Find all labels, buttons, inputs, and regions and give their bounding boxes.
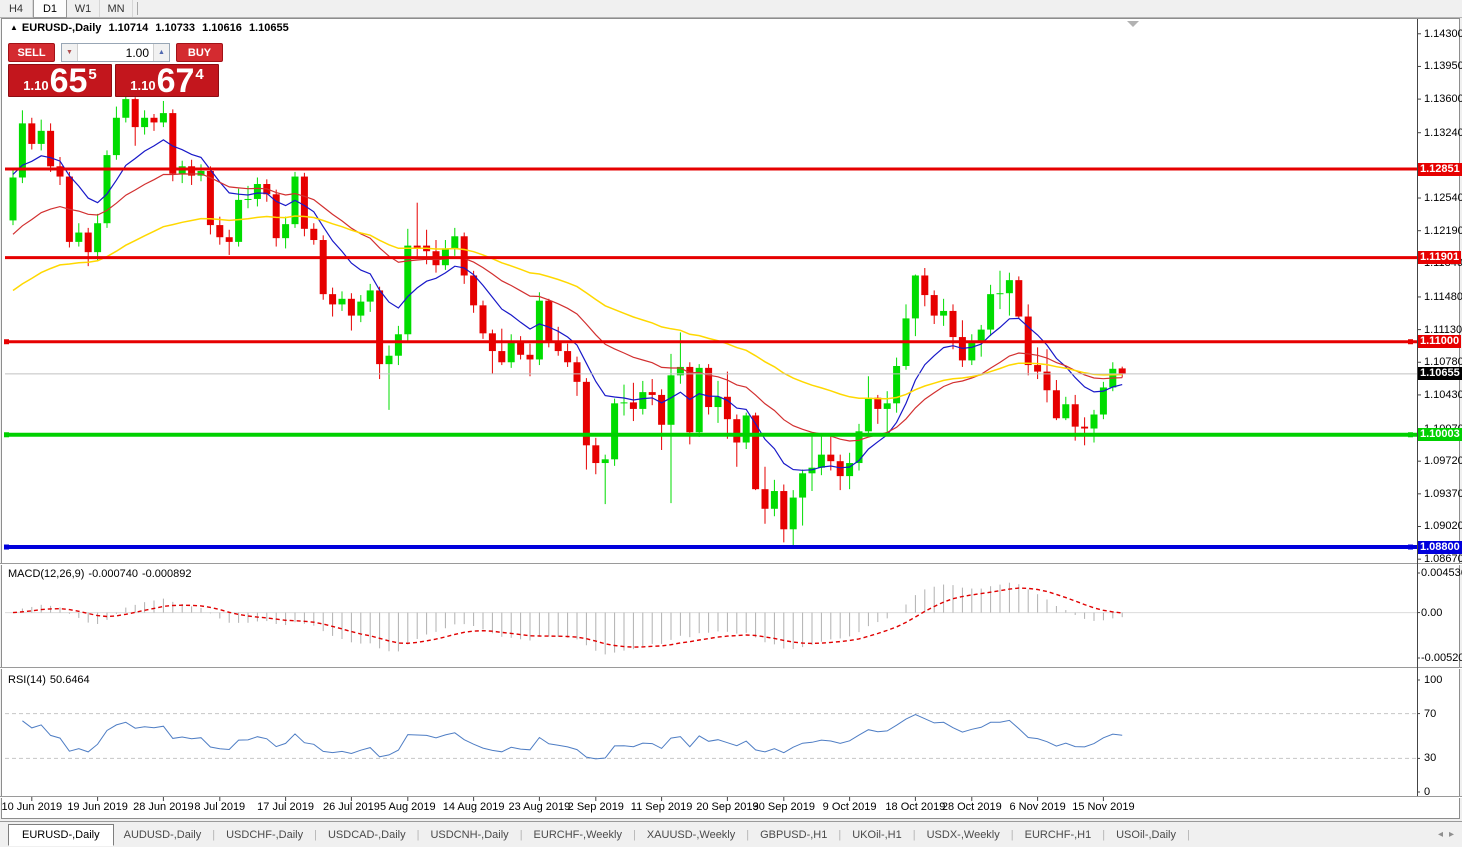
price-tick-label: 1.12540 <box>1424 192 1462 205</box>
price-tick-label: 1.13240 <box>1424 127 1462 140</box>
volume-spinner: ▼ 1.00 ▲ <box>61 43 170 62</box>
macd-label: MACD(12,26,9)-0.000740-0.000892 <box>8 568 196 580</box>
price-axis: 1.14300 1.13950 1.13600 1.13240 1.12540 1.121… <box>1418 18 1462 798</box>
buy-price-box[interactable]: 1.10 67 4 <box>115 64 219 97</box>
rsi-tick-label: 0 <box>1424 786 1430 799</box>
sell-price-prefix: 1.10 <box>23 78 48 93</box>
tab-separator: | <box>838 829 841 841</box>
buy-price-main: 67 <box>157 67 195 96</box>
macd-tick-label: 0.004536 <box>1421 567 1462 580</box>
price-tick-label: 1.13950 <box>1424 60 1462 73</box>
price-tick-label: 1.09370 <box>1424 488 1462 501</box>
chart-tab-eurchf-h1[interactable]: EURCHF-,H1 <box>1015 825 1102 845</box>
chart-tab-usdx-weekly[interactable]: USDX-,Weekly <box>917 825 1010 845</box>
chart-tab-eurchf-weekly[interactable]: EURCHF-,Weekly <box>524 825 632 845</box>
volume-input[interactable]: 1.00 <box>78 44 153 61</box>
ohlc-high: 1.10733 <box>155 22 195 34</box>
rsi-tick-label: 100 <box>1424 674 1442 687</box>
buy-price-sup: 4 <box>195 66 203 83</box>
chart-shift-icon <box>1127 21 1139 27</box>
tab-separator: | <box>633 829 636 841</box>
chart-tab-gbpusd-h1[interactable]: GBPUSD-,H1 <box>750 825 837 845</box>
collapse-trade-panel-icon[interactable]: ▲ <box>10 23 18 32</box>
tab-separator: | <box>520 829 523 841</box>
timeframe-button-h4[interactable]: H4 <box>0 0 33 17</box>
macd-value-signal: -0.000892 <box>142 568 192 580</box>
tab-separator: | <box>314 829 317 841</box>
tab-scroll-right-icon[interactable]: ▸ <box>1449 829 1454 840</box>
ohlc-low: 1.10616 <box>202 22 242 34</box>
chart-title: ▲ EURUSD-,Daily 1.10714 1.10733 1.10616 1… <box>10 22 293 34</box>
chart-tab-ukoil-h1[interactable]: UKOil-,H1 <box>842 825 912 845</box>
macd-value-main: -0.000740 <box>88 568 138 580</box>
rsi-label: RSI(14)50.6464 <box>8 674 94 686</box>
buy-price-prefix: 1.10 <box>130 78 155 93</box>
chart-tab-usoil-daily[interactable]: USOil-,Daily <box>1106 825 1186 845</box>
chart-tab-xauusd-weekly[interactable]: XAUUSD-,Weekly <box>637 825 745 845</box>
sell-price-sup: 5 <box>88 66 96 83</box>
tab-separator: | <box>913 829 916 841</box>
price-tick-label: 1.09720 <box>1424 455 1462 468</box>
rsi-tick-label: 70 <box>1424 708 1436 721</box>
price-level-label: 1.11000 <box>1418 335 1461 348</box>
sell-price-box[interactable]: 1.10 65 5 <box>8 64 112 97</box>
tab-separator: | <box>417 829 420 841</box>
price-level-label: 1.08800 <box>1418 541 1462 554</box>
price-tick-label: 1.11480 <box>1424 291 1462 304</box>
rsi-value: 50.6464 <box>50 674 90 686</box>
price-tick-label: 1.08670 <box>1424 553 1462 566</box>
tab-separator: | <box>212 829 215 841</box>
chart-tab-eurusd-daily[interactable]: EURUSD-,Daily <box>8 824 114 846</box>
macd-tick-label: -0.005205 <box>1421 652 1462 665</box>
tab-separator: | <box>746 829 749 841</box>
price-tick-label: 1.10430 <box>1424 389 1462 402</box>
chart-tab-usdchf-daily[interactable]: USDCHF-,Daily <box>216 825 313 845</box>
price-tick-label: 1.14300 <box>1424 28 1462 41</box>
price-tick-label: 1.12190 <box>1424 225 1462 238</box>
timeframe-toolbar: H4D1W1MN <box>0 0 1462 18</box>
one-click-trade-panel: SELL ▼ 1.00 ▲ BUY 1.10 65 5 1.10 67 4 <box>8 43 223 97</box>
chart-canvas[interactable] <box>0 0 1462 847</box>
price-level-label: 1.10003 <box>1418 428 1462 441</box>
price-level-label: 1.11901 <box>1418 251 1461 264</box>
price-level-label: 1.12851 <box>1418 163 1462 176</box>
chart-tab-audusd-daily[interactable]: AUDUSD-,Daily <box>114 825 212 845</box>
rsi-tick-label: 30 <box>1424 752 1436 765</box>
tab-separator: | <box>1187 829 1190 841</box>
chart-tab-usdcnh-daily[interactable]: USDCNH-,Daily <box>420 825 518 845</box>
current-price-label: 1.10655 <box>1418 367 1462 380</box>
volume-increase-icon[interactable]: ▲ <box>153 44 169 61</box>
chart-symbol: EURUSD-,Daily <box>22 22 101 34</box>
timeframe-button-w1[interactable]: W1 <box>67 0 100 17</box>
sell-button[interactable]: SELL <box>8 43 55 62</box>
macd-tick-label: 0.00 <box>1421 607 1442 620</box>
tab-scroll-left-icon[interactable]: ◂ <box>1438 829 1443 840</box>
toolbar-divider <box>137 2 138 15</box>
ohlc-close: 1.10655 <box>249 22 289 34</box>
tab-separator: | <box>1011 829 1014 841</box>
timeframe-button-mn[interactable]: MN <box>100 0 133 17</box>
volume-decrease-icon[interactable]: ▼ <box>62 44 78 61</box>
chart-tab-bar: EURUSD-,DailyAUDUSD-,Daily|USDCHF-,Daily… <box>0 821 1462 847</box>
sell-price-main: 65 <box>50 67 88 96</box>
tab-scroll-buttons: ◂▸ <box>1432 829 1454 840</box>
price-tick-label: 1.09020 <box>1424 520 1462 533</box>
tab-separator: | <box>1102 829 1105 841</box>
buy-button[interactable]: BUY <box>176 43 223 62</box>
chart-tab-usdcad-daily[interactable]: USDCAD-,Daily <box>318 825 416 845</box>
timeframe-button-d1[interactable]: D1 <box>33 0 67 18</box>
price-tick-label: 1.13600 <box>1424 93 1462 106</box>
ohlc-open: 1.10714 <box>108 22 148 34</box>
